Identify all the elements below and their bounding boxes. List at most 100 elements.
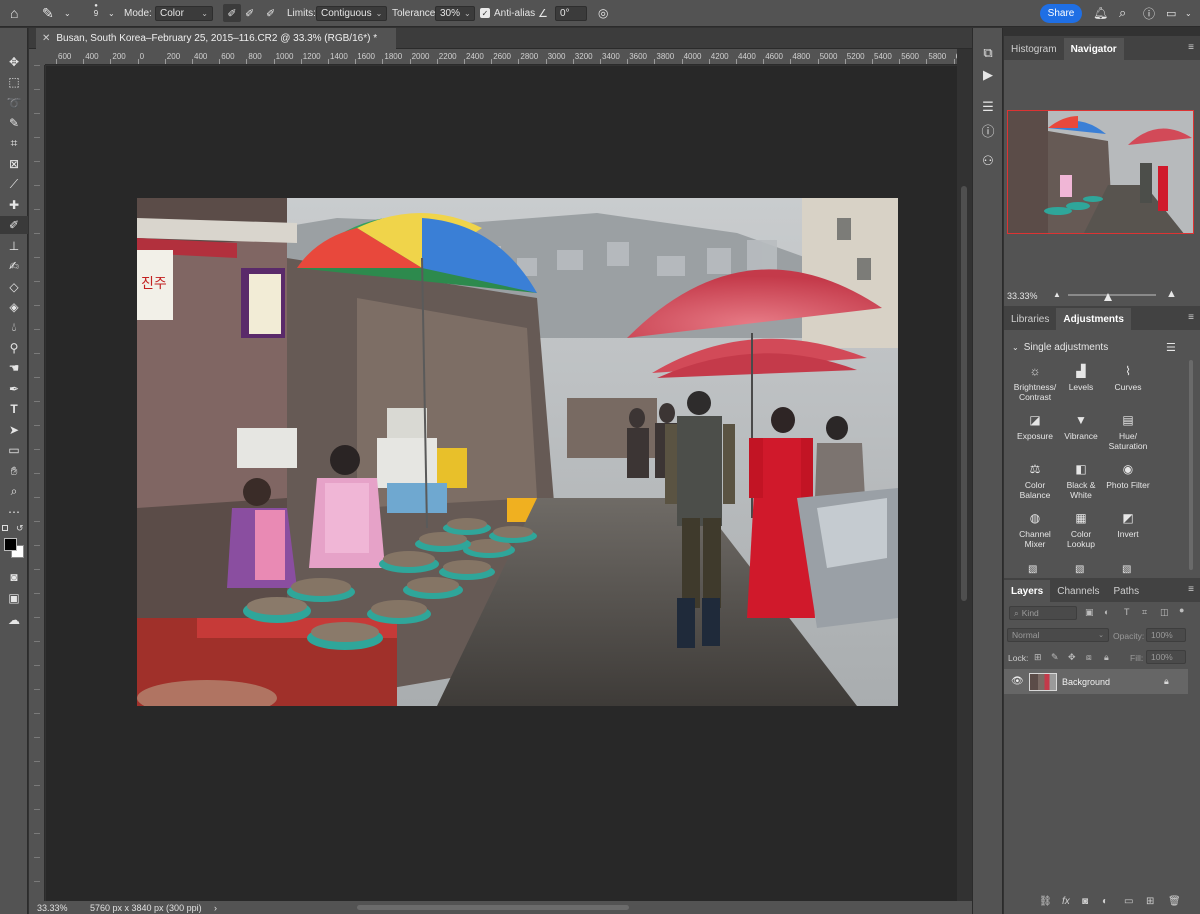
- dodge-tool-icon[interactable]: ⚲: [0, 339, 28, 357]
- default-colors-icon[interactable]: [2, 525, 8, 531]
- mode-select[interactable]: Color ⌄: [155, 6, 213, 21]
- list-view-icon[interactable]: ☰: [1166, 341, 1176, 354]
- adjustment-more-icon[interactable]: ▧: [1075, 564, 1084, 575]
- navigator-zoom-value[interactable]: 33.33%: [1007, 291, 1038, 301]
- tool-preset-caret[interactable]: ⌄: [64, 0, 71, 27]
- tab-paths[interactable]: Paths: [1107, 580, 1147, 602]
- document-image[interactable]: 진주: [137, 198, 898, 706]
- history-panel-icon[interactable]: ⧉: [978, 44, 998, 62]
- adjustment-grid[interactable]: ▦ Color Lookup: [1058, 512, 1104, 549]
- move-tool-icon[interactable]: ✥: [0, 53, 28, 71]
- filter-adjustment-icon[interactable]: ◐: [1104, 607, 1109, 617]
- adjustment-mixer[interactable]: ◍ Channel Mixer: [1012, 512, 1058, 549]
- adjustment-exposure[interactable]: ◪ Exposure: [1012, 414, 1058, 441]
- add-mask-icon[interactable]: ◙: [1082, 896, 1088, 907]
- quick-selection-tool-icon[interactable]: ✎: [0, 114, 28, 132]
- eraser-tool-icon[interactable]: ◇: [0, 278, 28, 296]
- new-layer-icon[interactable]: ⊞: [1146, 896, 1154, 907]
- brush-caret[interactable]: ⌄: [108, 0, 115, 27]
- limits-select[interactable]: Contiguous ⌄: [316, 6, 387, 21]
- quick-mask-icon[interactable]: ◙: [0, 568, 28, 586]
- notifications-bell-icon[interactable]: 🔔︎: [1093, 0, 1109, 27]
- antialias-checkbox[interactable]: ✓: [480, 8, 490, 18]
- filter-pixel-icon[interactable]: ▣: [1085, 607, 1094, 618]
- new-adjustment-layer-icon[interactable]: ◐: [1102, 896, 1108, 907]
- workspace-icon[interactable]: ▭: [1166, 0, 1182, 27]
- close-icon[interactable]: ✕: [42, 33, 50, 44]
- tab-histogram[interactable]: Histogram: [1004, 38, 1064, 60]
- horizontal-ruler[interactable]: 600 400 200 0 200 400 600 800 1000 1200 1400 1600 18…: [45, 49, 957, 65]
- crop-tool-icon[interactable]: ⌗: [0, 134, 28, 152]
- filter-toggle-icon[interactable]: ●: [1179, 605, 1184, 615]
- type-tool-icon[interactable]: T: [0, 400, 28, 418]
- lock-position-icon[interactable]: ✥: [1068, 652, 1076, 663]
- rectangle-tool-icon[interactable]: ▭: [0, 441, 28, 459]
- adjustment-curves[interactable]: ⌇ Curves: [1105, 365, 1151, 392]
- zoom-level[interactable]: 33.33%: [37, 903, 68, 913]
- properties-panel-icon[interactable]: ☰: [978, 98, 998, 116]
- foreground-color-swatch[interactable]: [4, 538, 17, 551]
- sampling-background-icon[interactable]: ✐: [266, 0, 282, 27]
- horizontal-scroll-thumb[interactable]: [357, 905, 629, 910]
- marquee-tool-icon[interactable]: ⬚: [0, 73, 28, 91]
- search-icon[interactable]: ⌕: [1119, 0, 1135, 27]
- filter-shape-icon[interactable]: ⌗: [1142, 607, 1147, 618]
- link-layers-icon[interactable]: ⛓︎: [1039, 896, 1052, 907]
- lock-pixels-icon[interactable]: ✎: [1051, 652, 1059, 663]
- adjustment-levels[interactable]: ▟ Levels: [1058, 365, 1104, 392]
- filter-smart-object-icon[interactable]: ◫: [1160, 607, 1169, 618]
- cloud-sync-icon[interactable]: ☁︎: [0, 611, 28, 629]
- vertical-ruler[interactable]: [29, 65, 45, 901]
- swap-colors-icon[interactable]: ↺: [16, 523, 24, 534]
- sampling-continuous-icon[interactable]: ✐: [223, 4, 241, 22]
- adjustment-more-icon[interactable]: ▧: [1122, 564, 1131, 575]
- actions-panel-icon[interactable]: ▶: [978, 66, 998, 84]
- eyedropper-tool-icon[interactable]: ⟋: [0, 175, 28, 193]
- navigator-zoom-slider[interactable]: [1068, 294, 1156, 296]
- adjustment-vibrance[interactable]: ▼ Vibrance: [1058, 414, 1104, 441]
- angle-input[interactable]: 0°: [555, 6, 587, 21]
- smudge-tool-icon[interactable]: ☚: [0, 359, 28, 377]
- lock-transparency-icon[interactable]: ⊞: [1034, 652, 1042, 663]
- panel-menu-icon[interactable]: ≡: [1188, 312, 1194, 323]
- adjustment-balance[interactable]: ⚖ Color Balance: [1012, 463, 1058, 500]
- pen-tool-icon[interactable]: ✒: [0, 380, 28, 398]
- document-tab[interactable]: ✕ Busan, South Korea–February 25, 2015–1…: [36, 28, 396, 49]
- single-adjustments-header[interactable]: ⌄ Single adjustments: [1012, 342, 1108, 353]
- tab-adjustments[interactable]: Adjustments: [1056, 308, 1131, 330]
- brush-size-preview[interactable]: ● 9: [88, 3, 104, 24]
- vertical-scrollbar[interactable]: [957, 66, 972, 901]
- more-tools-icon[interactable]: ⋯: [0, 503, 28, 521]
- zoom-in-icon[interactable]: ▲: [1166, 288, 1177, 300]
- status-arrow-icon[interactable]: ›: [214, 903, 217, 913]
- tolerance-input[interactable]: 30% ⌄: [435, 6, 475, 21]
- filter-type-icon[interactable]: T: [1124, 607, 1130, 617]
- glyphs-panel-icon[interactable]: ⚇: [978, 152, 998, 170]
- new-group-icon[interactable]: ▭: [1124, 896, 1133, 907]
- color-replacement-tool-icon[interactable]: ✎: [42, 0, 60, 27]
- adjustment-sun[interactable]: ☼ Brightness/ Contrast: [1012, 365, 1058, 402]
- color-replacement-tool-icon[interactable]: ✐: [0, 216, 28, 234]
- panel-menu-icon[interactable]: ≡: [1188, 42, 1194, 53]
- sampling-once-icon[interactable]: ✐: [245, 0, 261, 27]
- lock-artboard-icon[interactable]: ⧈: [1086, 652, 1092, 663]
- layer-style-icon[interactable]: fx: [1062, 896, 1070, 907]
- home-icon[interactable]: ⌂: [10, 0, 28, 27]
- layer-row-background[interactable]: 👁︎ Background 🔒︎: [1004, 669, 1188, 694]
- zoom-tool-icon[interactable]: ⌕: [0, 482, 28, 500]
- layer-name[interactable]: Background: [1062, 677, 1110, 687]
- navigator-thumbnail[interactable]: [1007, 110, 1194, 234]
- fill-input[interactable]: 100%: [1146, 650, 1186, 664]
- share-button[interactable]: Share: [1040, 4, 1082, 23]
- tab-layers[interactable]: Layers: [1004, 580, 1051, 602]
- vertical-scroll-thumb[interactable]: [961, 186, 967, 601]
- tab-channels[interactable]: Channels: [1050, 580, 1106, 602]
- workspace-caret[interactable]: ⌄: [1185, 0, 1192, 27]
- clone-stamp-tool-icon[interactable]: ⊥: [0, 237, 28, 255]
- blur-tool-icon[interactable]: 💧︎: [0, 318, 28, 336]
- lock-all-icon[interactable]: 🔒︎: [1104, 652, 1109, 663]
- delete-layer-icon[interactable]: 🗑︎: [1168, 896, 1181, 907]
- info-panel-icon[interactable]: ⓘ: [978, 121, 998, 139]
- opacity-input[interactable]: 100%: [1146, 628, 1186, 642]
- history-brush-tool-icon[interactable]: ✍: [0, 257, 28, 275]
